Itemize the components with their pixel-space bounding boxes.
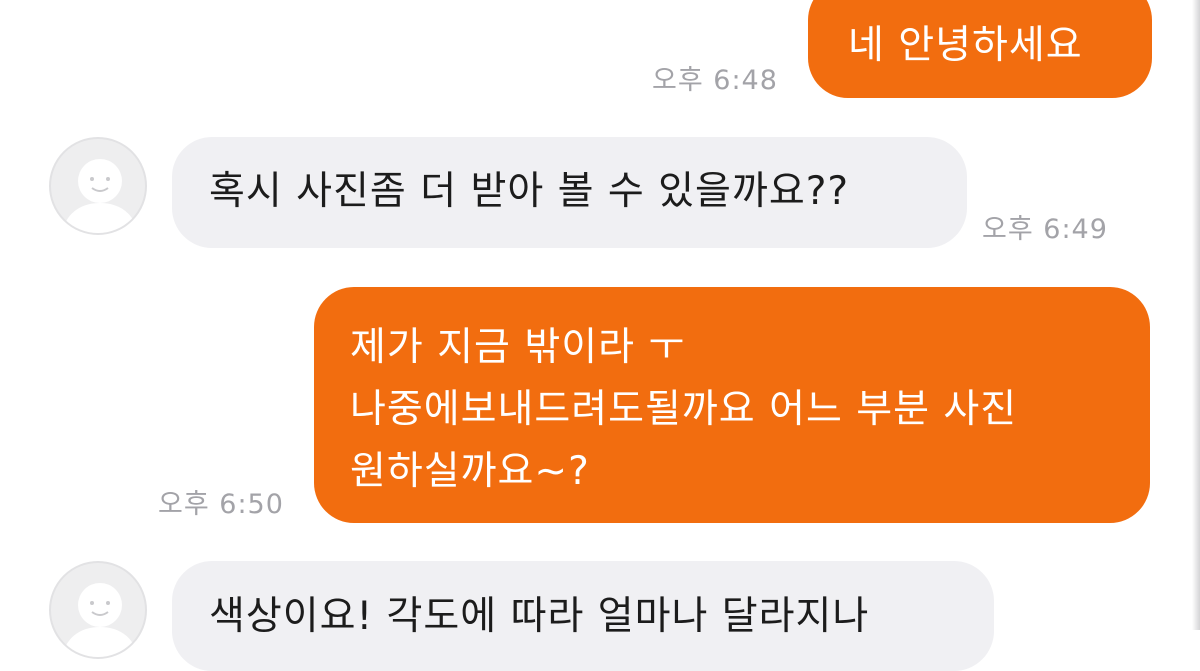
message-timestamp: 오후 6:48: [652, 65, 778, 96]
sender-avatar[interactable]: [49, 561, 147, 659]
message-line: 나중에보내드려도될까요 어느 부분 사진: [350, 387, 1018, 432]
message-line: 원하실까요~?: [350, 449, 590, 494]
message-line: 제가 지금 밖이라 ㅜ: [350, 325, 686, 370]
incoming-message-bubble[interactable]: 색상이요! 각도에 따라 얼마나 달라지나: [172, 561, 994, 671]
message-timestamp: 오후 6:49: [982, 214, 1108, 245]
outgoing-message-bubble[interactable]: 제가 지금 밖이라 ㅜ 나중에보내드려도될까요 어느 부분 사진 원하실까요~?: [314, 287, 1150, 523]
chat-thread: 네 안녕하세요 오후 6:48 혹시 사진좀 더 받아 볼 수 있을까요?? 오…: [0, 0, 1200, 671]
outgoing-message-bubble[interactable]: 네 안녕하세요: [808, 0, 1152, 98]
message-text: 색상이요! 각도에 따라 얼마나 달라지나: [209, 594, 870, 639]
message-timestamp: 오후 6:50: [158, 489, 284, 520]
default-profile-icon: [61, 159, 139, 233]
incoming-message-bubble[interactable]: 혹시 사진좀 더 받아 볼 수 있을까요??: [172, 137, 967, 248]
message-text: 혹시 사진좀 더 받아 볼 수 있을까요??: [209, 169, 850, 214]
scrollbar-edge[interactable]: [1192, 0, 1200, 630]
sender-avatar[interactable]: [49, 137, 147, 235]
message-text: 네 안녕하세요: [848, 23, 1083, 68]
default-profile-icon: [61, 583, 139, 657]
